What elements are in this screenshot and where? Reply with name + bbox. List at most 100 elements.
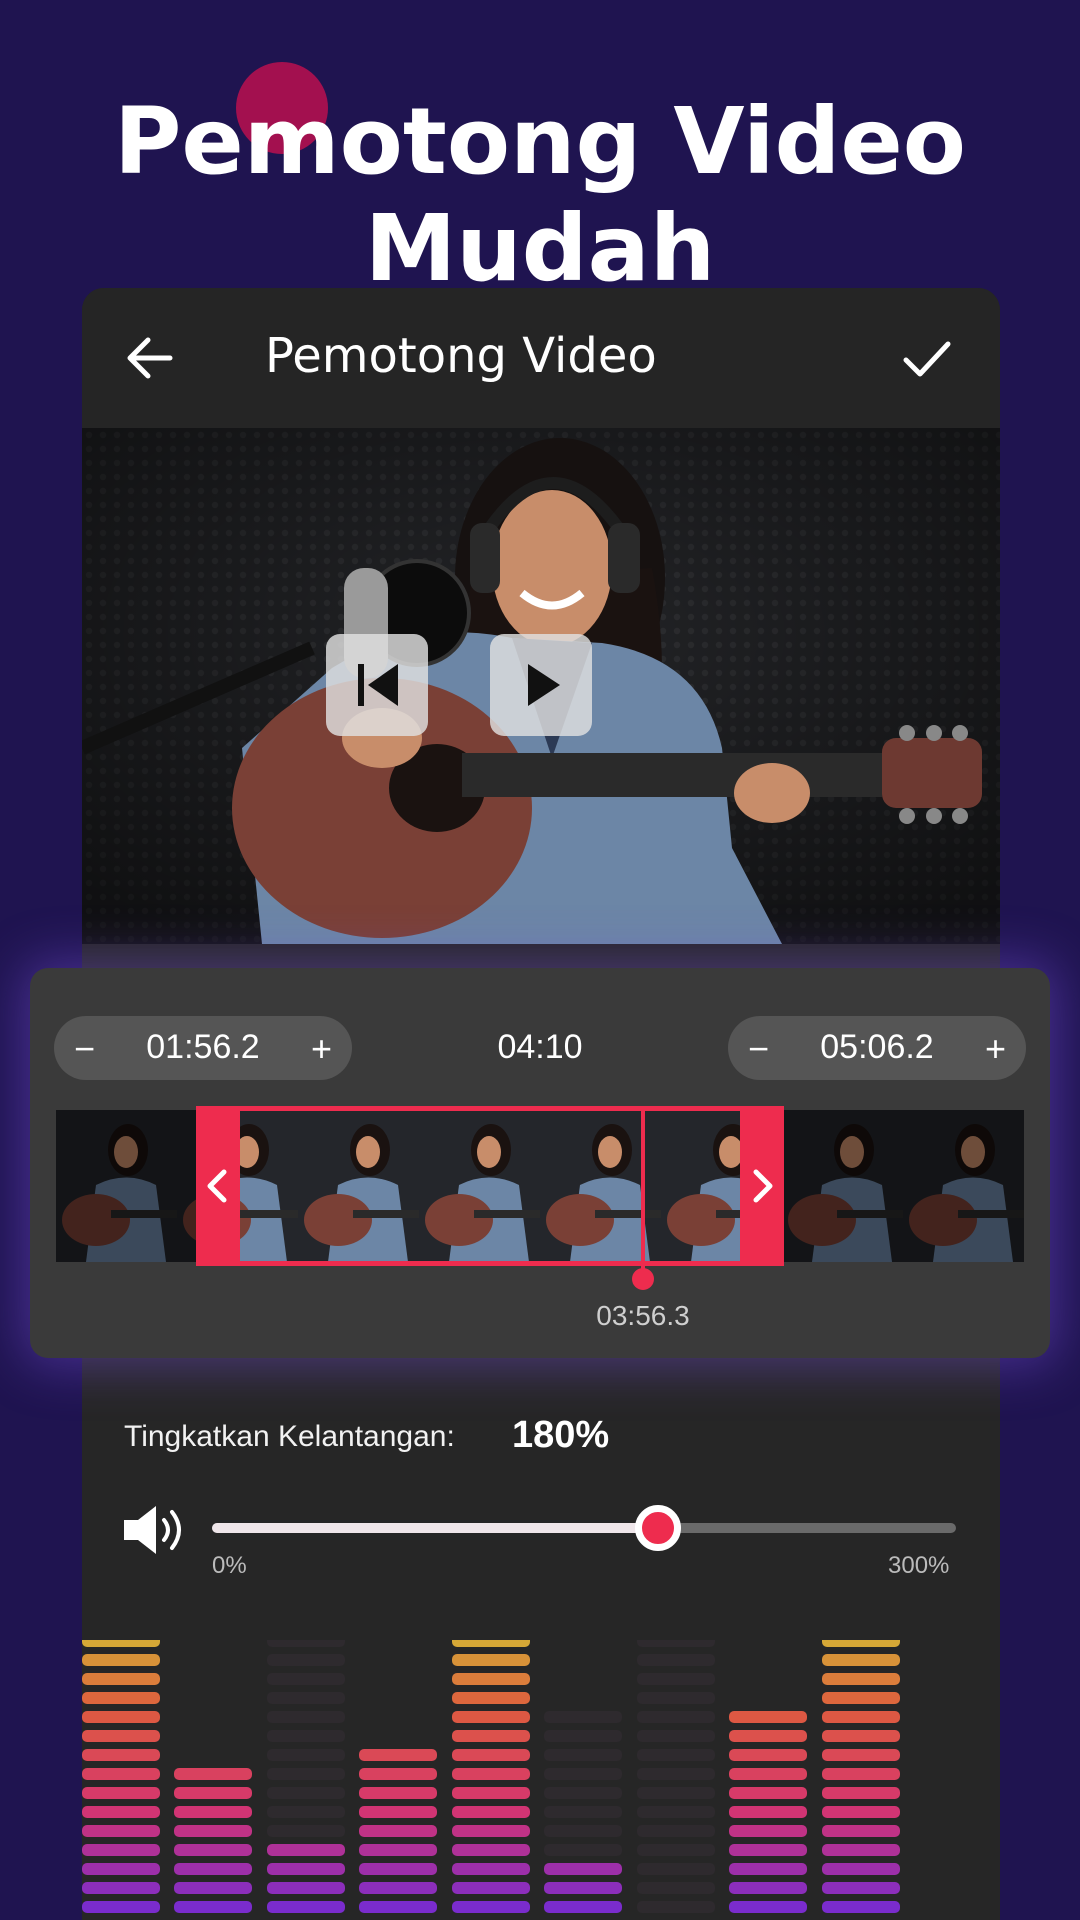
equalizer-bar-segment bbox=[267, 1730, 345, 1742]
equalizer-bar-segment bbox=[452, 1768, 530, 1780]
skip-to-start-button[interactable] bbox=[326, 634, 428, 736]
equalizer-bar-segment bbox=[637, 1787, 715, 1799]
equalizer-bar-segment bbox=[637, 1768, 715, 1780]
equalizer-bar-segment bbox=[822, 1730, 900, 1742]
equalizer-bar-segment bbox=[359, 1844, 437, 1856]
equalizer-bar-segment bbox=[452, 1692, 530, 1704]
equalizer-bar-segment bbox=[174, 1844, 252, 1856]
equalizer-bar-segment bbox=[544, 1768, 622, 1780]
equalizer-bar-segment bbox=[359, 1749, 437, 1761]
equalizer-bar-segment bbox=[822, 1863, 900, 1875]
equalizer-bar-segment bbox=[729, 1787, 807, 1799]
equalizer-bar-segment bbox=[637, 1825, 715, 1837]
equalizer-bar-segment bbox=[267, 1640, 345, 1647]
equalizer-bar-segment bbox=[174, 1901, 252, 1913]
equalizer-bar-segment bbox=[729, 1749, 807, 1761]
equalizer-bar-segment bbox=[267, 1844, 345, 1856]
equalizer-bar-segment bbox=[544, 1901, 622, 1913]
equalizer-bar-segment bbox=[82, 1863, 160, 1875]
equalizer-bar-segment bbox=[637, 1844, 715, 1856]
screen-title: Pemotong Video bbox=[265, 328, 657, 384]
checkmark-icon[interactable] bbox=[902, 338, 952, 380]
equalizer-bar-segment bbox=[729, 1863, 807, 1875]
equalizer-bar-segment bbox=[822, 1901, 900, 1913]
equalizer-bar-segment bbox=[822, 1711, 900, 1723]
equalizer-bar-segment bbox=[82, 1787, 160, 1799]
volume-value: 180% bbox=[512, 1414, 610, 1456]
equalizer-bar-segment bbox=[637, 1730, 715, 1742]
equalizer-bar-segment bbox=[452, 1806, 530, 1818]
play-button[interactable] bbox=[490, 634, 592, 736]
volume-slider-fill bbox=[212, 1523, 659, 1533]
equalizer-bar-segment bbox=[174, 1768, 252, 1780]
volume-min-label: 0% bbox=[212, 1552, 247, 1579]
equalizer-bar-segment bbox=[452, 1673, 530, 1685]
equalizer-bar-segment bbox=[359, 1806, 437, 1818]
equalizer-bar-segment bbox=[359, 1901, 437, 1913]
equalizer-bar-segment bbox=[822, 1768, 900, 1780]
equalizer-bar-segment bbox=[637, 1882, 715, 1894]
play-icon bbox=[528, 664, 560, 706]
equalizer-bar-segment bbox=[544, 1787, 622, 1799]
equalizer-bar-segment bbox=[729, 1768, 807, 1780]
equalizer-bar-segment bbox=[82, 1844, 160, 1856]
filmstrip-dim-right bbox=[784, 1110, 1024, 1262]
playhead-time: 03:56.3 bbox=[596, 1300, 690, 1331]
equalizer-bar-segment bbox=[544, 1863, 622, 1875]
video-preview[interactable] bbox=[82, 428, 1000, 944]
equalizer-bar-segment bbox=[359, 1863, 437, 1875]
equalizer-bar-segment bbox=[267, 1692, 345, 1704]
volume-label: Tingkatkan Kelantangan: bbox=[124, 1420, 455, 1453]
skip-to-start-icon bbox=[358, 664, 398, 706]
trim-duration: 04:10 bbox=[497, 1028, 583, 1066]
equalizer-bar-segment bbox=[822, 1825, 900, 1837]
equalizer-bar-segment bbox=[544, 1749, 622, 1761]
trim-start-handle[interactable] bbox=[196, 1106, 240, 1266]
end-plus-button[interactable]: + bbox=[985, 1028, 1006, 1070]
equalizer-bar-segment bbox=[637, 1640, 715, 1647]
equalizer-bar-segment bbox=[82, 1768, 160, 1780]
equalizer-bar-segment bbox=[359, 1825, 437, 1837]
equalizer-bar-segment bbox=[82, 1901, 160, 1913]
page: Pemotong Video Mudah Pemotong Video − 01… bbox=[0, 0, 1080, 1920]
equalizer-bar-segment bbox=[637, 1749, 715, 1761]
equalizer-bar-segment bbox=[729, 1730, 807, 1742]
equalizer-bar-segment bbox=[544, 1882, 622, 1894]
equalizer-bar-segment bbox=[82, 1654, 160, 1666]
volume-slider[interactable] bbox=[212, 1505, 956, 1551]
equalizer-bar-segment bbox=[267, 1654, 345, 1666]
equalizer-bar-segment bbox=[267, 1863, 345, 1875]
speaker-icon bbox=[124, 1506, 181, 1554]
equalizer-bar-segment bbox=[452, 1787, 530, 1799]
equalizer-bar-segment bbox=[452, 1730, 530, 1742]
equalizer-bar-segment bbox=[267, 1806, 345, 1818]
promo-headline: Pemotong Video Mudah bbox=[113, 88, 967, 302]
equalizer-bar-segment bbox=[822, 1654, 900, 1666]
equalizer-bar-segment bbox=[637, 1673, 715, 1685]
equalizer-bar-segment bbox=[452, 1640, 530, 1647]
equalizer-bar-segment bbox=[359, 1882, 437, 1894]
start-time-stepper: − 01:56.2 + bbox=[54, 1016, 352, 1080]
trim-end-handle[interactable] bbox=[740, 1106, 784, 1266]
arrow-left-icon[interactable] bbox=[126, 336, 174, 380]
trim-panel: − 01:56.2 + 04:10 − 05:06.2 + 03:56.3 bbox=[30, 968, 1050, 1358]
equalizer-bar-segment bbox=[82, 1640, 160, 1647]
equalizer-decoration bbox=[82, 1640, 900, 1913]
equalizer-bar-segment bbox=[544, 1711, 622, 1723]
equalizer-bar-segment bbox=[637, 1863, 715, 1875]
equalizer-bar-segment bbox=[452, 1901, 530, 1913]
equalizer-bar-segment bbox=[82, 1825, 160, 1837]
playhead-knob[interactable] bbox=[632, 1268, 654, 1290]
equalizer-bar-segment bbox=[452, 1654, 530, 1666]
end-time-value: 05:06.2 bbox=[820, 1028, 934, 1066]
equalizer-bar-segment bbox=[729, 1882, 807, 1894]
equalizer-bar-segment bbox=[174, 1882, 252, 1894]
start-plus-button[interactable]: + bbox=[311, 1028, 332, 1070]
equalizer-bar-segment bbox=[822, 1673, 900, 1685]
equalizer-bar-segment bbox=[452, 1749, 530, 1761]
equalizer-bar-segment bbox=[822, 1787, 900, 1799]
equalizer-bar-segment bbox=[822, 1806, 900, 1818]
playhead-line[interactable] bbox=[641, 1106, 645, 1274]
equalizer-bar-segment bbox=[822, 1640, 900, 1647]
equalizer-bar-segment bbox=[359, 1768, 437, 1780]
